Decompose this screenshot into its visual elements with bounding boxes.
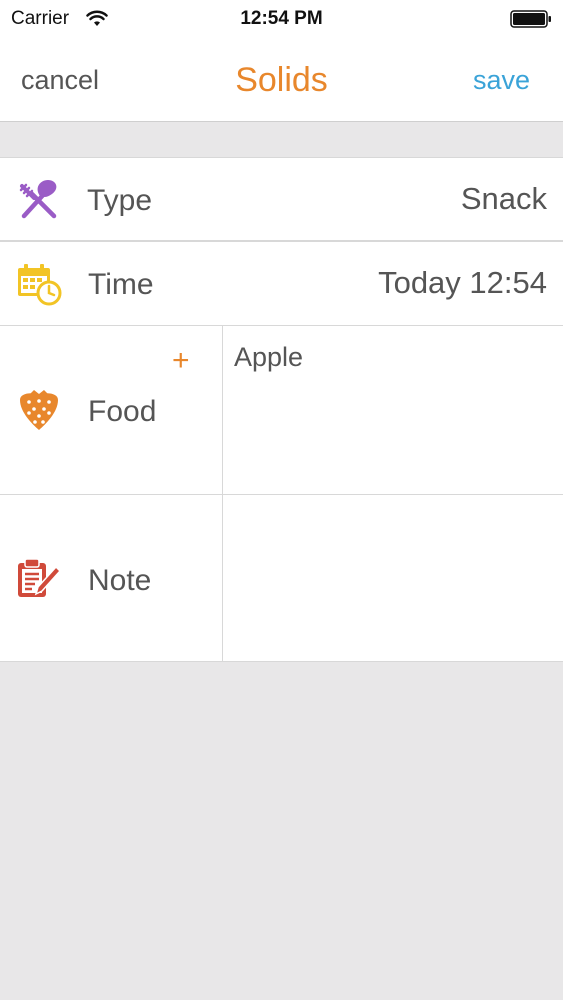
status-bar: Carrier 12:54 PM [0, 0, 563, 40]
time-value[interactable]: Today 12:54 [378, 265, 547, 301]
time-label: Time [88, 268, 154, 301]
type-label: Type [87, 184, 153, 217]
strawberry-icon [16, 390, 62, 437]
food-text-field[interactable]: Apple [223, 326, 563, 494]
note-row: Note [0, 494, 563, 662]
save-button[interactable]: save [473, 65, 530, 96]
food-label: Food [88, 395, 157, 428]
time-row[interactable]: Time Today 12:54 [0, 241, 563, 326]
clipboard-pencil-icon [16, 557, 62, 604]
food-row: Food + Apple [0, 325, 563, 495]
fork-spoon-icon [16, 176, 62, 227]
type-value[interactable]: Snack [461, 181, 547, 217]
note-label: Note [88, 564, 152, 597]
type-row[interactable]: Type Snack [0, 157, 563, 241]
note-text-field[interactable] [223, 495, 563, 661]
battery-icon [510, 10, 552, 33]
calendar-clock-icon [16, 262, 62, 311]
navigation-bar: cancel Solids save [0, 40, 563, 122]
add-food-button[interactable]: + [172, 346, 190, 376]
status-time: 12:54 PM [240, 8, 323, 29]
